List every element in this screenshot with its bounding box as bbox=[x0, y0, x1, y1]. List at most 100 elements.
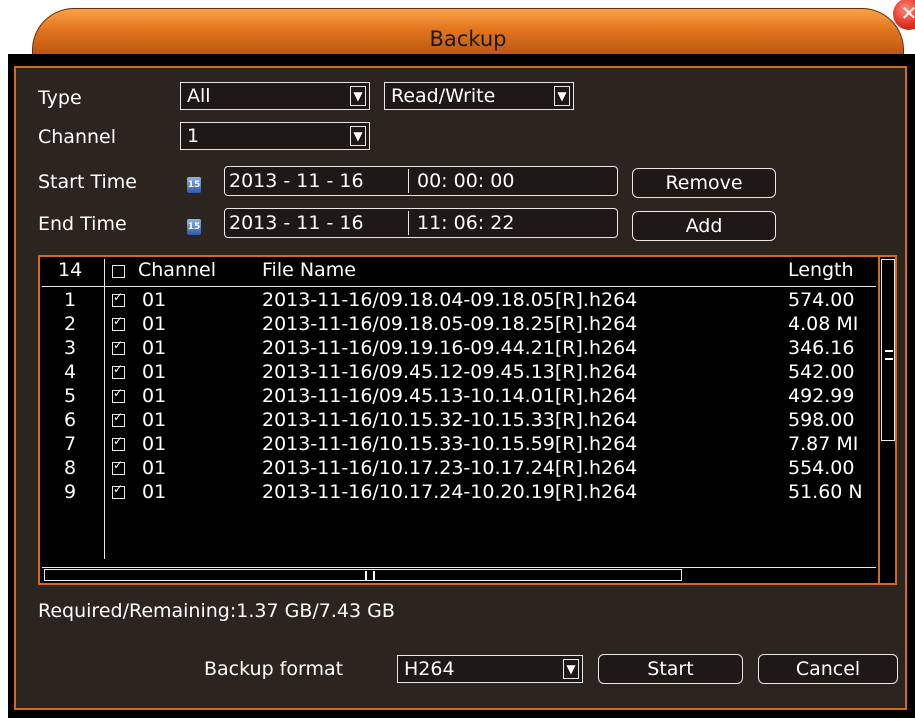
end-time-label: End Time bbox=[38, 213, 127, 235]
row-number: 3 bbox=[64, 337, 77, 359]
row-number: 7 bbox=[64, 433, 77, 455]
row-length: 4.08 MI bbox=[788, 313, 859, 335]
title-tab: Backup bbox=[32, 8, 904, 58]
chevron-down-icon: ▼ bbox=[554, 86, 570, 106]
add-button[interactable]: Add bbox=[632, 211, 776, 241]
channel-select[interactable]: 1 ▼ bbox=[180, 122, 370, 150]
required-remaining-text: Required/Remaining:1.37 GB/7.43 GB bbox=[38, 600, 395, 622]
remove-button[interactable]: Remove bbox=[632, 168, 776, 198]
date-time-divider bbox=[408, 169, 409, 193]
mode-select-value: Read/Write bbox=[391, 85, 496, 107]
table-row[interactable]: 5 01 2013-11-16/09.45.13-10.14.01[R].h264 4… bbox=[42, 385, 876, 409]
calendar-icon[interactable]: 15 bbox=[187, 219, 201, 235]
start-time-value: 00: 00: 00 bbox=[417, 170, 515, 192]
row-number: 6 bbox=[64, 409, 77, 431]
table-row[interactable]: 6 01 2013-11-16/10.15.32-10.15.33[R].h264 5… bbox=[42, 409, 876, 433]
row-number: 2 bbox=[64, 313, 77, 335]
column-header-file-name: File Name bbox=[262, 259, 356, 281]
row-file-name: 2013-11-16/10.15.32-10.15.33[R].h264 bbox=[262, 409, 638, 431]
column-header-length: Length bbox=[788, 259, 854, 281]
start-date-value: 2013 - 11 - 16 bbox=[229, 170, 364, 192]
row-number: 9 bbox=[64, 481, 77, 503]
row-channel: 01 bbox=[142, 433, 167, 455]
vertical-scroll-thumb[interactable] bbox=[881, 259, 895, 441]
row-number: 8 bbox=[64, 457, 77, 479]
backup-format-select[interactable]: H264 ▼ bbox=[397, 655, 583, 683]
horizontal-scroll-thumb[interactable] bbox=[44, 569, 682, 581]
end-date-value: 2013 - 11 - 16 bbox=[229, 212, 364, 234]
row-checkbox[interactable] bbox=[112, 290, 125, 307]
row-file-name: 2013-11-16/09.45.13-10.14.01[R].h264 bbox=[262, 385, 638, 407]
row-length: 554.00 bbox=[788, 457, 855, 479]
row-checkbox[interactable] bbox=[112, 410, 125, 427]
start-button[interactable]: Start bbox=[598, 654, 743, 684]
end-time-field[interactable]: 2013 - 11 - 16 11: 06: 22 bbox=[224, 208, 618, 238]
horizontal-scrollbar[interactable] bbox=[42, 567, 876, 582]
chevron-down-icon: ▼ bbox=[563, 659, 579, 679]
row-file-name: 2013-11-16/10.17.24-10.20.19[R].h264 bbox=[262, 481, 638, 503]
row-number: 5 bbox=[64, 385, 77, 407]
row-channel: 01 bbox=[142, 385, 167, 407]
table-row[interactable]: 8 01 2013-11-16/10.17.23-10.17.24[R].h264 5… bbox=[42, 457, 876, 481]
row-checkbox[interactable] bbox=[112, 434, 125, 451]
row-file-name: 2013-11-16/10.15.33-10.15.59[R].h264 bbox=[262, 433, 638, 455]
row-number: 4 bbox=[64, 361, 77, 383]
chevron-down-icon: ▼ bbox=[350, 86, 366, 106]
table-row[interactable]: 9 01 2013-11-16/10.17.24-10.20.19[R].h264 5… bbox=[42, 481, 876, 505]
row-file-name: 2013-11-16/09.45.12-09.45.13[R].h264 bbox=[262, 361, 638, 383]
row-channel: 01 bbox=[142, 361, 167, 383]
column-header-channel: Channel bbox=[138, 259, 217, 281]
row-checkbox[interactable] bbox=[112, 386, 125, 403]
row-length: 542.00 bbox=[788, 361, 855, 383]
window-title: Backup bbox=[429, 27, 507, 51]
row-file-name: 2013-11-16/10.17.23-10.17.24[R].h264 bbox=[262, 457, 638, 479]
row-checkbox[interactable] bbox=[112, 458, 125, 475]
table-row[interactable]: 4 01 2013-11-16/09.45.12-09.45.13[R].h264 5… bbox=[42, 361, 876, 385]
file-list: 14 Channel File Name Length 1 01 2013-11-1… bbox=[38, 255, 897, 585]
row-channel: 01 bbox=[142, 409, 167, 431]
row-checkbox[interactable] bbox=[112, 314, 125, 331]
table-row[interactable]: 7 01 2013-11-16/10.15.33-10.15.59[R].h264 7… bbox=[42, 433, 876, 457]
row-checkbox[interactable] bbox=[112, 362, 125, 379]
vertical-scrollbar[interactable] bbox=[878, 257, 897, 583]
title-bar: Backup ✕ bbox=[0, 0, 915, 58]
channel-label: Channel bbox=[38, 126, 117, 148]
calendar-icon[interactable]: 15 bbox=[187, 177, 201, 193]
backup-format-label: Backup format bbox=[204, 658, 344, 680]
file-list-content: 14 Channel File Name Length 1 01 2013-11-1… bbox=[42, 259, 876, 567]
end-time-value: 11: 06: 22 bbox=[417, 212, 515, 234]
start-time-label: Start Time bbox=[38, 171, 137, 193]
row-channel: 01 bbox=[142, 457, 167, 479]
chevron-down-icon: ▼ bbox=[350, 126, 366, 146]
row-file-name: 2013-11-16/09.18.05-09.18.25[R].h264 bbox=[262, 313, 638, 335]
table-row[interactable]: 3 01 2013-11-16/09.19.16-09.44.21[R].h264 3… bbox=[42, 337, 876, 361]
cancel-button[interactable]: Cancel bbox=[758, 654, 898, 684]
row-file-name: 2013-11-16/09.19.16-09.44.21[R].h264 bbox=[262, 337, 638, 359]
row-channel: 01 bbox=[142, 289, 167, 311]
date-time-divider bbox=[408, 211, 409, 235]
backup-window: Backup ✕ Type All ▼ Read/Write ▼ Channel… bbox=[0, 0, 915, 718]
row-length: 346.16 bbox=[788, 337, 855, 359]
row-number: 1 bbox=[64, 289, 77, 311]
row-channel: 01 bbox=[142, 481, 167, 503]
row-length: 598.00 bbox=[788, 409, 855, 431]
row-length: 492.99 bbox=[788, 385, 855, 407]
row-channel: 01 bbox=[142, 337, 167, 359]
select-all-checkbox[interactable] bbox=[112, 265, 125, 278]
row-length: 574.00 bbox=[788, 289, 855, 311]
file-count: 14 bbox=[58, 259, 83, 281]
row-length: 51.60 N bbox=[788, 481, 863, 503]
row-channel: 01 bbox=[142, 313, 167, 335]
table-row[interactable]: 2 01 2013-11-16/09.18.05-09.18.25[R].h264 4… bbox=[42, 313, 876, 337]
start-time-field[interactable]: 2013 - 11 - 16 00: 00: 00 bbox=[224, 166, 618, 196]
header-divider bbox=[42, 286, 876, 287]
type-select[interactable]: All ▼ bbox=[180, 82, 370, 110]
row-checkbox[interactable] bbox=[112, 482, 125, 499]
channel-select-value: 1 bbox=[187, 125, 200, 147]
row-checkbox[interactable] bbox=[112, 338, 125, 355]
table-row[interactable]: 1 01 2013-11-16/09.18.04-09.18.05[R].h264 5… bbox=[42, 289, 876, 313]
row-length: 7.87 MI bbox=[788, 433, 859, 455]
grip-icon bbox=[885, 350, 893, 360]
mode-select[interactable]: Read/Write ▼ bbox=[384, 82, 574, 110]
type-select-value: All bbox=[187, 85, 211, 107]
